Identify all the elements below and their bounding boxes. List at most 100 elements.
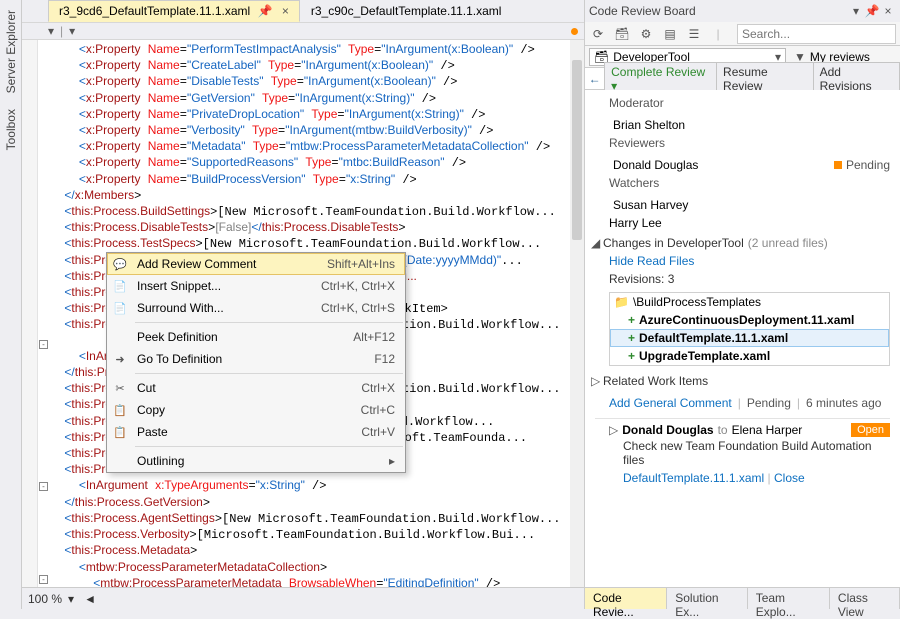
added-icon: + <box>628 349 635 363</box>
panel-toolbar: ⟳ 🗃 ⚙ ▤ ☰ | <box>585 22 900 46</box>
server-explorer-tab[interactable]: Server Explorer <box>2 4 20 99</box>
meta-pending: Pending <box>747 396 791 410</box>
toolbar-sep: | <box>709 25 727 43</box>
zoom-level[interactable]: 100 % <box>28 592 62 606</box>
added-icon: + <box>628 313 635 327</box>
toolbox-tab[interactable]: Toolbox <box>2 103 20 156</box>
vertical-scrollbar[interactable] <box>570 40 584 587</box>
watcher-row: Susan Harvey <box>585 196 900 214</box>
context-menu: 💬Add Review CommentShift+Alt+Ins📄Insert … <box>106 252 406 473</box>
list-icon[interactable]: ☰ <box>685 25 703 43</box>
menu-item-label: Paste <box>137 425 353 439</box>
comment-file-link[interactable]: DefaultTemplate.11.1.xaml <box>623 471 764 485</box>
menu-item-label: Peek Definition <box>137 330 345 344</box>
tab-label: r3_9cd6_DefaultTemplate.11.1.xaml <box>59 4 250 18</box>
related-work-items-header[interactable]: ▷ Related Work Items <box>585 370 900 392</box>
panel-body: Moderator Brian Shelton Reviewers Donald… <box>585 90 900 587</box>
watchers-heading: Watchers <box>609 176 890 190</box>
comment-author: Donald Douglas <box>622 423 713 437</box>
open-badge: Open <box>851 423 890 437</box>
expand-icon[interactable]: ▷ <box>609 423 618 437</box>
bottom-tab[interactable]: Class View <box>830 588 900 609</box>
menu-item-icon: 💬 <box>111 256 129 272</box>
panel-title: Code Review Board <box>589 4 848 18</box>
context-menu-item[interactable]: 💬Add Review CommentShift+Alt+Ins <box>107 253 405 275</box>
nav-dropdown[interactable]: ▾ <box>69 24 75 38</box>
pin-icon[interactable]: 📌 <box>258 4 273 18</box>
collapse-toggle[interactable]: - <box>39 482 48 491</box>
collapse-toggle[interactable]: - <box>39 575 48 584</box>
editor-pane: r3_9cd6_DefaultTemplate.11.1.xaml 📌 × r3… <box>22 0 584 609</box>
context-menu-item[interactable]: ➜Go To DefinitionF12 <box>107 348 405 370</box>
context-menu-item[interactable]: 📋PasteCtrl+V <box>107 421 405 443</box>
menu-item-shortcut: Alt+F12 <box>353 330 395 344</box>
moderator-heading: Moderator <box>609 96 890 110</box>
code-area[interactable]: - - - <x:Property Name="PerformTestImpac… <box>22 40 584 587</box>
side-rail: Server Explorer Toolbox <box>0 0 22 609</box>
bottom-tab[interactable]: Team Explo... <box>748 588 830 609</box>
comment-block: ▷ Donald Douglas to Elena Harper Open Ch… <box>595 418 890 491</box>
menu-item-shortcut: F12 <box>374 352 395 366</box>
context-menu-item[interactable]: 📄Insert Snippet...Ctrl+K, Ctrl+X <box>107 275 405 297</box>
panel-bottom-tabs: Code Revie... Solution Ex... Team Explo.… <box>585 587 900 609</box>
add-general-comment-link[interactable]: Add General Comment <box>609 396 732 410</box>
reviewer-name: Donald Douglas <box>613 158 698 172</box>
close-icon[interactable]: × <box>880 4 896 18</box>
nav-dropdown[interactable]: ▾ <box>48 24 54 38</box>
tree-file-selected[interactable]: +DefaultTemplate.11.1.xaml <box>610 329 889 347</box>
code-review-panel: Code Review Board ▾ 📌 × ⟳ 🗃 ⚙ ▤ ☰ | 🗃 De… <box>584 0 900 609</box>
context-menu-item[interactable]: ✂CutCtrl+X <box>107 377 405 399</box>
watcher-row: Harry Lee <box>585 214 900 232</box>
changes-header[interactable]: ◢ Changes in DeveloperTool (2 unread fil… <box>585 232 900 254</box>
collapse-toggle[interactable]: - <box>39 340 48 349</box>
hide-read-files-link[interactable]: Hide Read Files <box>609 254 694 268</box>
scroll-left-icon[interactable]: ◄ <box>84 592 96 606</box>
pin-icon[interactable]: 📌 <box>864 4 880 18</box>
menu-item-icon <box>111 453 129 469</box>
menu-item-shortcut: Ctrl+X <box>361 381 395 395</box>
refresh-icon[interactable]: ⟳ <box>589 25 607 43</box>
gear-icon[interactable]: ⚙ <box>637 25 655 43</box>
bottom-tab[interactable]: Solution Ex... <box>667 588 747 609</box>
menu-item-label: Cut <box>137 381 353 395</box>
menu-item-label: Copy <box>137 403 353 417</box>
repo-icon[interactable]: 🗃 <box>613 25 631 43</box>
menu-item-shortcut: Ctrl+K, Ctrl+S <box>321 301 395 315</box>
comment-text: Check new Team Foundation Build Automati… <box>609 437 890 469</box>
zoom-dropdown-icon[interactable]: ▾ <box>68 592 74 606</box>
editor-tabs: r3_9cd6_DefaultTemplate.11.1.xaml 📌 × r3… <box>22 0 584 22</box>
close-icon[interactable]: × <box>282 4 289 18</box>
context-menu-item[interactable]: 📋 Copy Ctrl+C <box>107 399 405 421</box>
tree-file[interactable]: +AzureContinuousDeployment.11.xaml <box>610 311 889 329</box>
search-input[interactable] <box>737 24 896 44</box>
panel-titlebar: Code Review Board ▾ 📌 × <box>585 0 900 22</box>
reviewers-heading: Reviewers <box>609 136 890 150</box>
context-menu-item[interactable]: Outlining▸ <box>107 450 405 472</box>
panel-menu-icon[interactable]: ▾ <box>848 4 864 18</box>
menu-item-label: Insert Snippet... <box>137 279 313 293</box>
revisions-label: Revisions: <box>609 272 664 286</box>
back-icon[interactable]: ← <box>585 72 604 86</box>
bottom-tab[interactable]: Code Revie... <box>585 588 667 609</box>
moderator-name: Brian Shelton <box>585 116 900 134</box>
tree-folder[interactable]: 📁 \BuildProcessTemplates <box>610 293 889 311</box>
context-menu-item[interactable]: 📄Surround With...Ctrl+K, Ctrl+S <box>107 297 405 319</box>
changes-tree: 📁 \BuildProcessTemplates +AzureContinuou… <box>609 292 890 366</box>
reviewer-row: Donald Douglas Pending <box>585 156 900 174</box>
scrollbar-thumb[interactable] <box>572 60 582 240</box>
menu-item-shortcut: Ctrl+C <box>361 403 395 417</box>
editor-tab-active[interactable]: r3_9cd6_DefaultTemplate.11.1.xaml 📌 × <box>48 0 300 22</box>
reviewer-status: Pending <box>834 158 890 172</box>
status-color-icon <box>834 161 842 169</box>
review-action-bar: ← Complete Review ▾ Resume Review Add Re… <box>585 68 900 90</box>
menu-item-icon: 📋 <box>111 402 129 418</box>
comment-close-link[interactable]: Close <box>774 471 805 485</box>
menu-item-label: Go To Definition <box>137 352 366 366</box>
comment-to: Elena Harper <box>732 423 803 437</box>
expand-icon: ◢ <box>591 236 603 250</box>
grid-icon[interactable]: ▤ <box>661 25 679 43</box>
editor-tab[interactable]: r3_c90c_DefaultTemplate.11.1.xaml <box>300 0 513 22</box>
menu-item-shortcut: Ctrl+V <box>361 425 395 439</box>
tree-file[interactable]: +UpgradeTemplate.xaml <box>610 347 889 365</box>
context-menu-item[interactable]: Peek Definition Alt+F12 <box>107 326 405 348</box>
